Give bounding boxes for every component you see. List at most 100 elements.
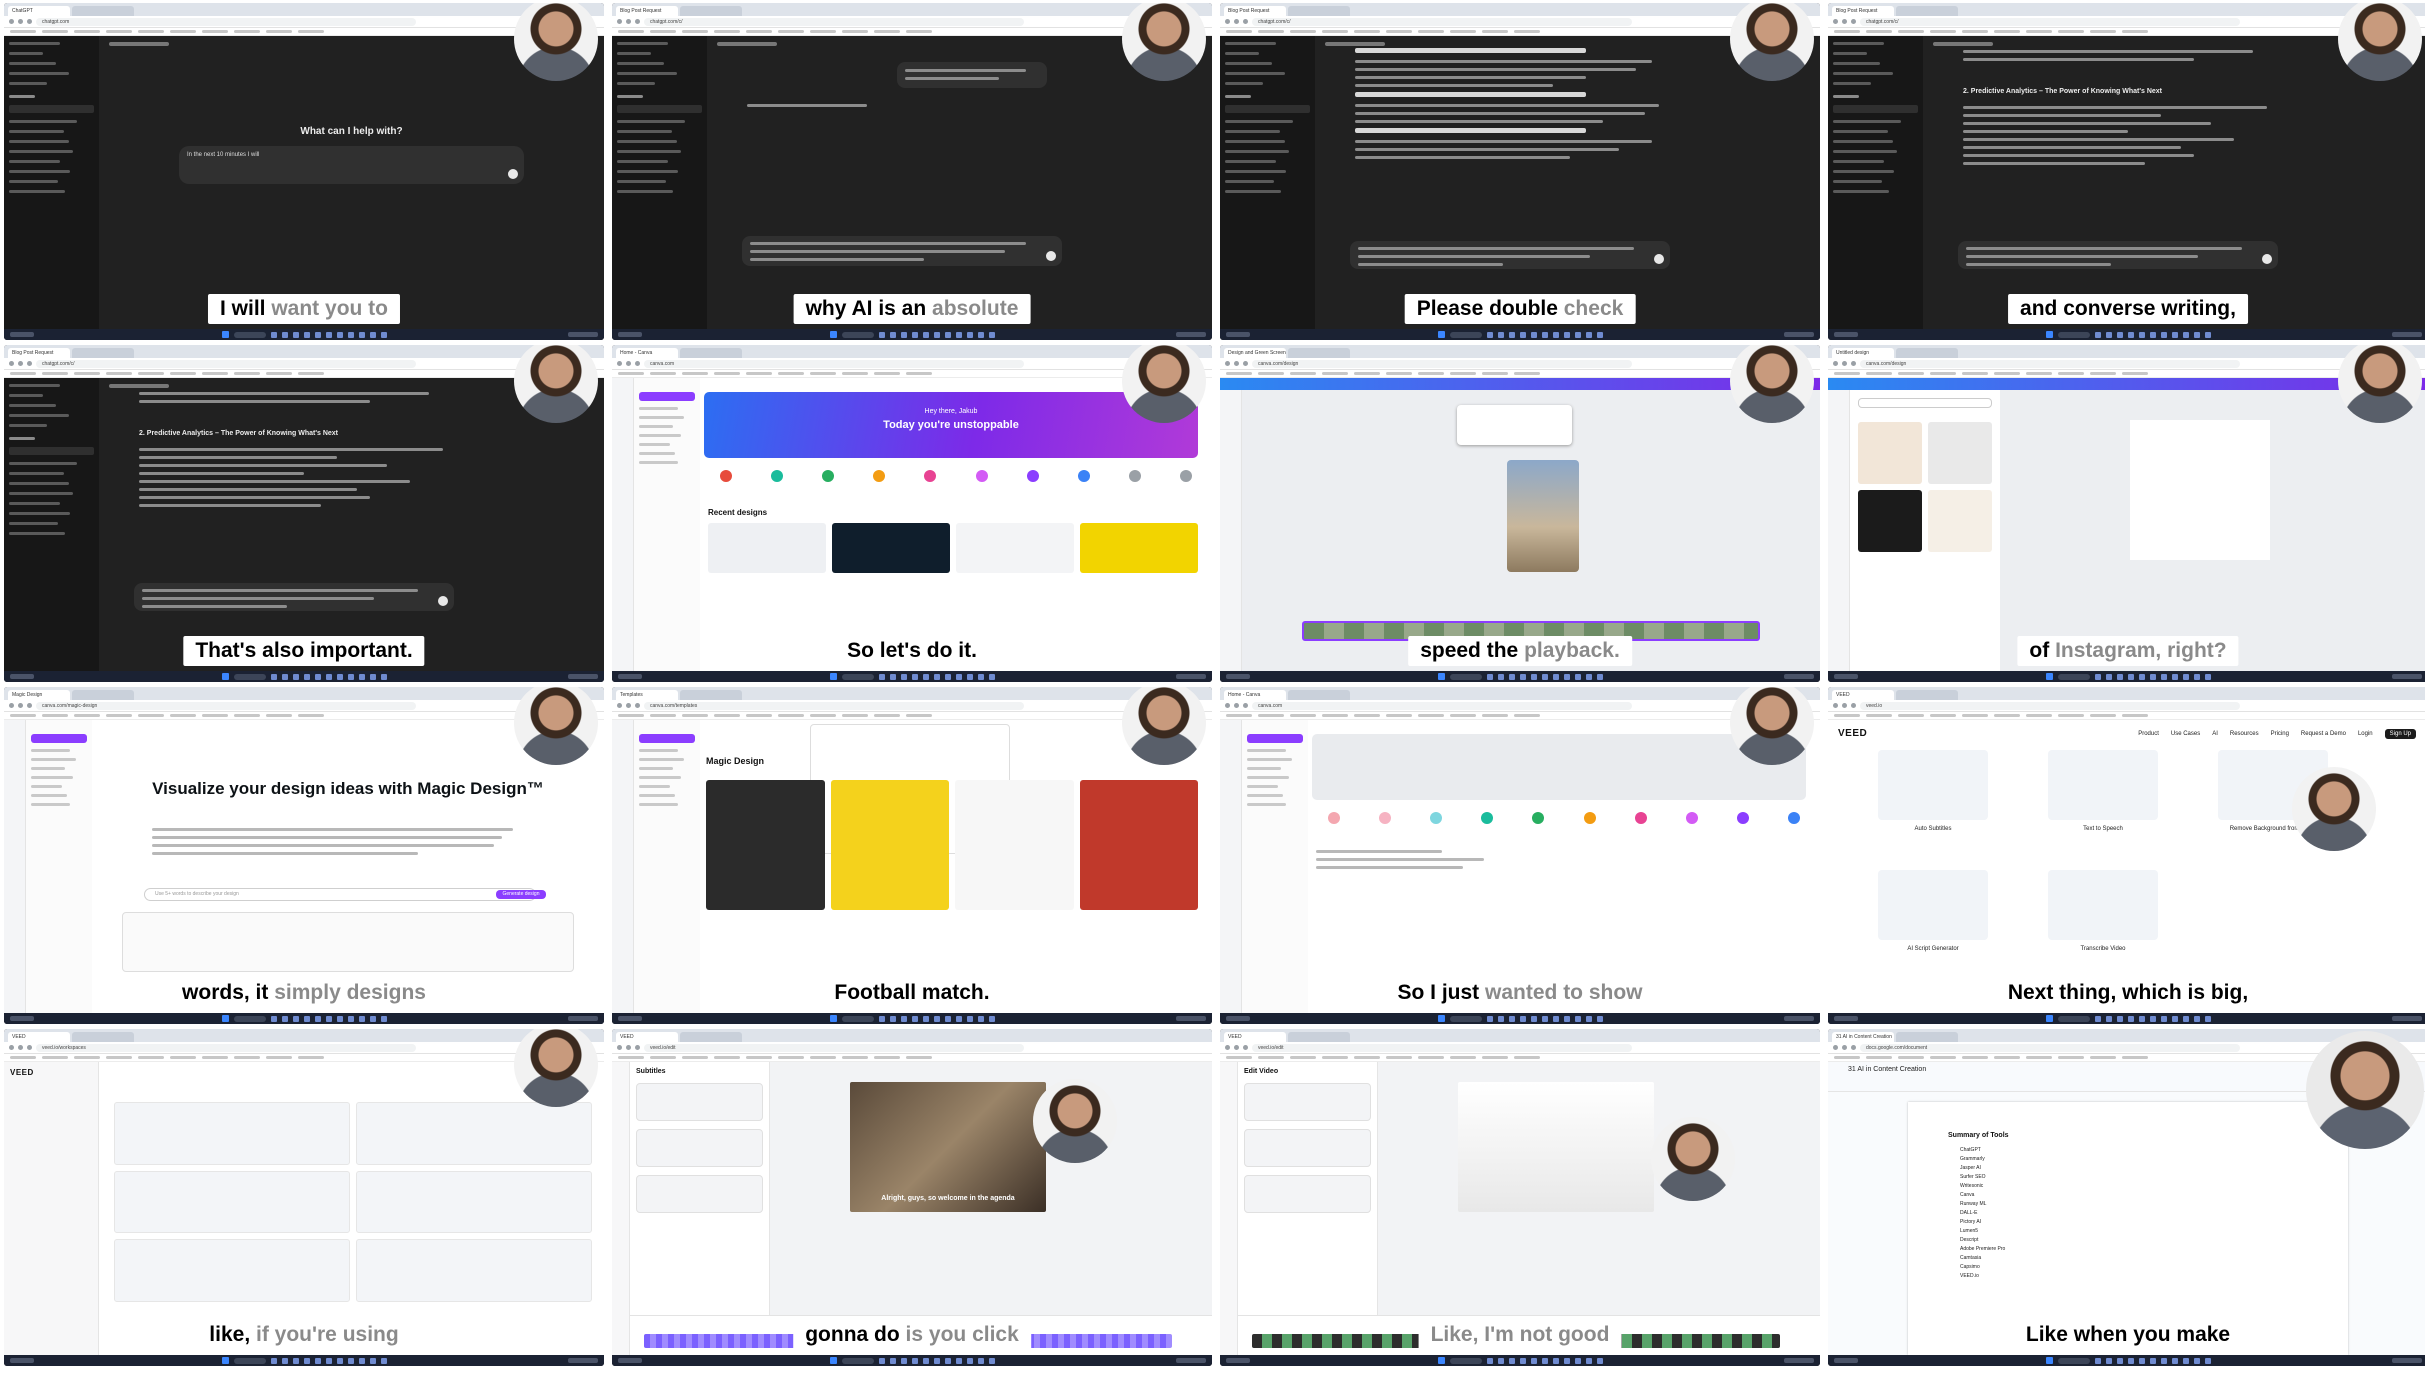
- taskbar-app-icon[interactable]: [1585, 673, 1592, 680]
- taskbar-app-icon[interactable]: [922, 331, 929, 338]
- browser-tab[interactable]: [680, 348, 742, 358]
- back-icon[interactable]: [9, 19, 14, 24]
- browser-tab[interactable]: [680, 1032, 742, 1042]
- address-bar[interactable]: chatgpt.com/c/: [612, 16, 1212, 28]
- weather-widget[interactable]: [10, 1358, 34, 1363]
- taskbar-app-icon[interactable]: [966, 1357, 973, 1364]
- back-icon[interactable]: [1833, 1045, 1838, 1050]
- taskbar-app-icon[interactable]: [911, 1357, 918, 1364]
- side-panel-item[interactable]: [31, 776, 73, 779]
- sidebar-item[interactable]: [1833, 180, 1883, 183]
- design-type-icon[interactable]: [1787, 812, 1800, 824]
- model-selector[interactable]: [1933, 42, 1993, 46]
- side-panel-item[interactable]: [31, 767, 65, 770]
- design-thumbnail[interactable]: [956, 523, 1074, 573]
- sidebar-item[interactable]: [9, 72, 69, 75]
- side-panel-item[interactable]: [1247, 767, 1281, 770]
- system-tray[interactable]: [1784, 1016, 1814, 1021]
- sidebar-item[interactable]: [1833, 82, 1872, 85]
- url-field[interactable]: canva.com/design: [1252, 359, 1632, 368]
- forward-icon[interactable]: [18, 19, 23, 24]
- taskbar-app-icon[interactable]: [2171, 1015, 2178, 1022]
- taskbar-app-icon[interactable]: [303, 331, 310, 338]
- taskbar-app-icon[interactable]: [977, 1357, 984, 1364]
- sidebar-item[interactable]: [1833, 150, 1897, 153]
- weather-widget[interactable]: [1834, 1358, 1858, 1363]
- browser-tab-bar[interactable]: Untitled design: [1828, 345, 2425, 358]
- sidebar-item[interactable]: [9, 492, 73, 495]
- sidebar-item[interactable]: [1833, 52, 1867, 55]
- url-field[interactable]: canva.com/magic-design: [36, 701, 416, 710]
- address-bar[interactable]: canva.com: [1220, 700, 1820, 712]
- system-tray[interactable]: [568, 1358, 598, 1363]
- panel-option[interactable]: [636, 1083, 763, 1121]
- taskbar-app-icon[interactable]: [2149, 1357, 2156, 1364]
- browser-tab[interactable]: VEED: [1224, 1032, 1286, 1042]
- browser-tab[interactable]: VEED: [1832, 690, 1894, 700]
- browser-tab[interactable]: Blog Post Request: [1224, 6, 1286, 16]
- canva-rail[interactable]: [1220, 390, 1242, 671]
- sidebar-item[interactable]: [1225, 150, 1289, 153]
- browser-tab-bar[interactable]: Design and Green Screen: [1220, 345, 1820, 358]
- sidebar-item[interactable]: [617, 170, 679, 173]
- sidebar-item[interactable]: [1225, 160, 1276, 163]
- taskbar-app-icon[interactable]: [977, 1015, 984, 1022]
- browser-tab[interactable]: Blog Post Request: [616, 6, 678, 16]
- taskbar-app-icon[interactable]: [878, 673, 885, 680]
- taskbar-app-icon[interactable]: [889, 1015, 896, 1022]
- playback-popover[interactable]: [1457, 405, 1572, 445]
- taskbar-app-icon[interactable]: [347, 1015, 354, 1022]
- reload-icon[interactable]: [27, 1045, 32, 1050]
- taskbar-app-icon[interactable]: [2116, 673, 2123, 680]
- forward-icon[interactable]: [1234, 1045, 1239, 1050]
- taskbar-app-icon[interactable]: [336, 1357, 343, 1364]
- magic-design-input[interactable]: Use 5+ words to describe your design: [144, 888, 536, 901]
- design-type-icon[interactable]: [1128, 470, 1141, 482]
- sidebar-item[interactable]: [1833, 170, 1895, 173]
- chat-sidebar[interactable]: [612, 36, 707, 329]
- side-panel-item[interactable]: [639, 758, 684, 761]
- taskbar-app-icon[interactable]: [1574, 1357, 1581, 1364]
- template-thumbnail[interactable]: [955, 780, 1074, 910]
- browser-tab-bar[interactable]: VEED: [4, 1029, 604, 1042]
- feature-card[interactable]: Transcribe Video: [2038, 870, 2168, 980]
- taskbar-app-icon[interactable]: [2138, 331, 2145, 338]
- taskbar-app-icon[interactable]: [292, 673, 299, 680]
- browser-tab[interactable]: [680, 6, 742, 16]
- taskbar-app-icon[interactable]: [380, 673, 387, 680]
- taskbar-app-icon[interactable]: [2171, 331, 2178, 338]
- forward-icon[interactable]: [626, 19, 631, 24]
- forward-icon[interactable]: [18, 1045, 23, 1050]
- canva-rail[interactable]: [612, 378, 634, 671]
- sidebar-item[interactable]: [9, 462, 77, 465]
- design-type-icon[interactable]: [1685, 812, 1698, 824]
- design-type-icon[interactable]: [1179, 470, 1192, 482]
- start-icon[interactable]: [2045, 331, 2053, 338]
- browser-tab[interactable]: Design and Green Screen: [1224, 348, 1286, 358]
- taskbar-app-icon[interactable]: [369, 673, 376, 680]
- design-type-icon[interactable]: [975, 470, 988, 482]
- browser-tab-bar[interactable]: VEED: [612, 1029, 1212, 1042]
- feature-card[interactable]: Auto Subtitles: [1868, 750, 1998, 860]
- forward-icon[interactable]: [1234, 19, 1239, 24]
- back-icon[interactable]: [1225, 703, 1230, 708]
- taskbar-app-icon[interactable]: [2182, 673, 2189, 680]
- side-panel-item[interactable]: [639, 434, 681, 437]
- forward-icon[interactable]: [626, 703, 631, 708]
- taskbar-app-icon[interactable]: [922, 1015, 929, 1022]
- weather-widget[interactable]: [618, 674, 642, 679]
- create-design-button[interactable]: [639, 734, 695, 743]
- taskbar-app-icon[interactable]: [1519, 673, 1526, 680]
- doc-title[interactable]: 31 AI in Content Creation: [1848, 1066, 1926, 1073]
- taskbar-app-icon[interactable]: [1596, 1015, 1603, 1022]
- taskbar-app-icon[interactable]: [1574, 1015, 1581, 1022]
- side-panel-item[interactable]: [639, 425, 673, 428]
- browser-tab-bar[interactable]: Blog Post Request: [612, 3, 1212, 16]
- url-field[interactable]: veed.io/edit: [644, 1043, 1024, 1052]
- url-field[interactable]: canva.com/templates: [644, 701, 1024, 710]
- model-selector[interactable]: [1325, 42, 1385, 46]
- taskbar-app-icon[interactable]: [2094, 673, 2101, 680]
- taskbar-app-icon[interactable]: [2149, 1015, 2156, 1022]
- sidebar-item-selected[interactable]: [9, 105, 94, 113]
- reload-icon[interactable]: [635, 19, 640, 24]
